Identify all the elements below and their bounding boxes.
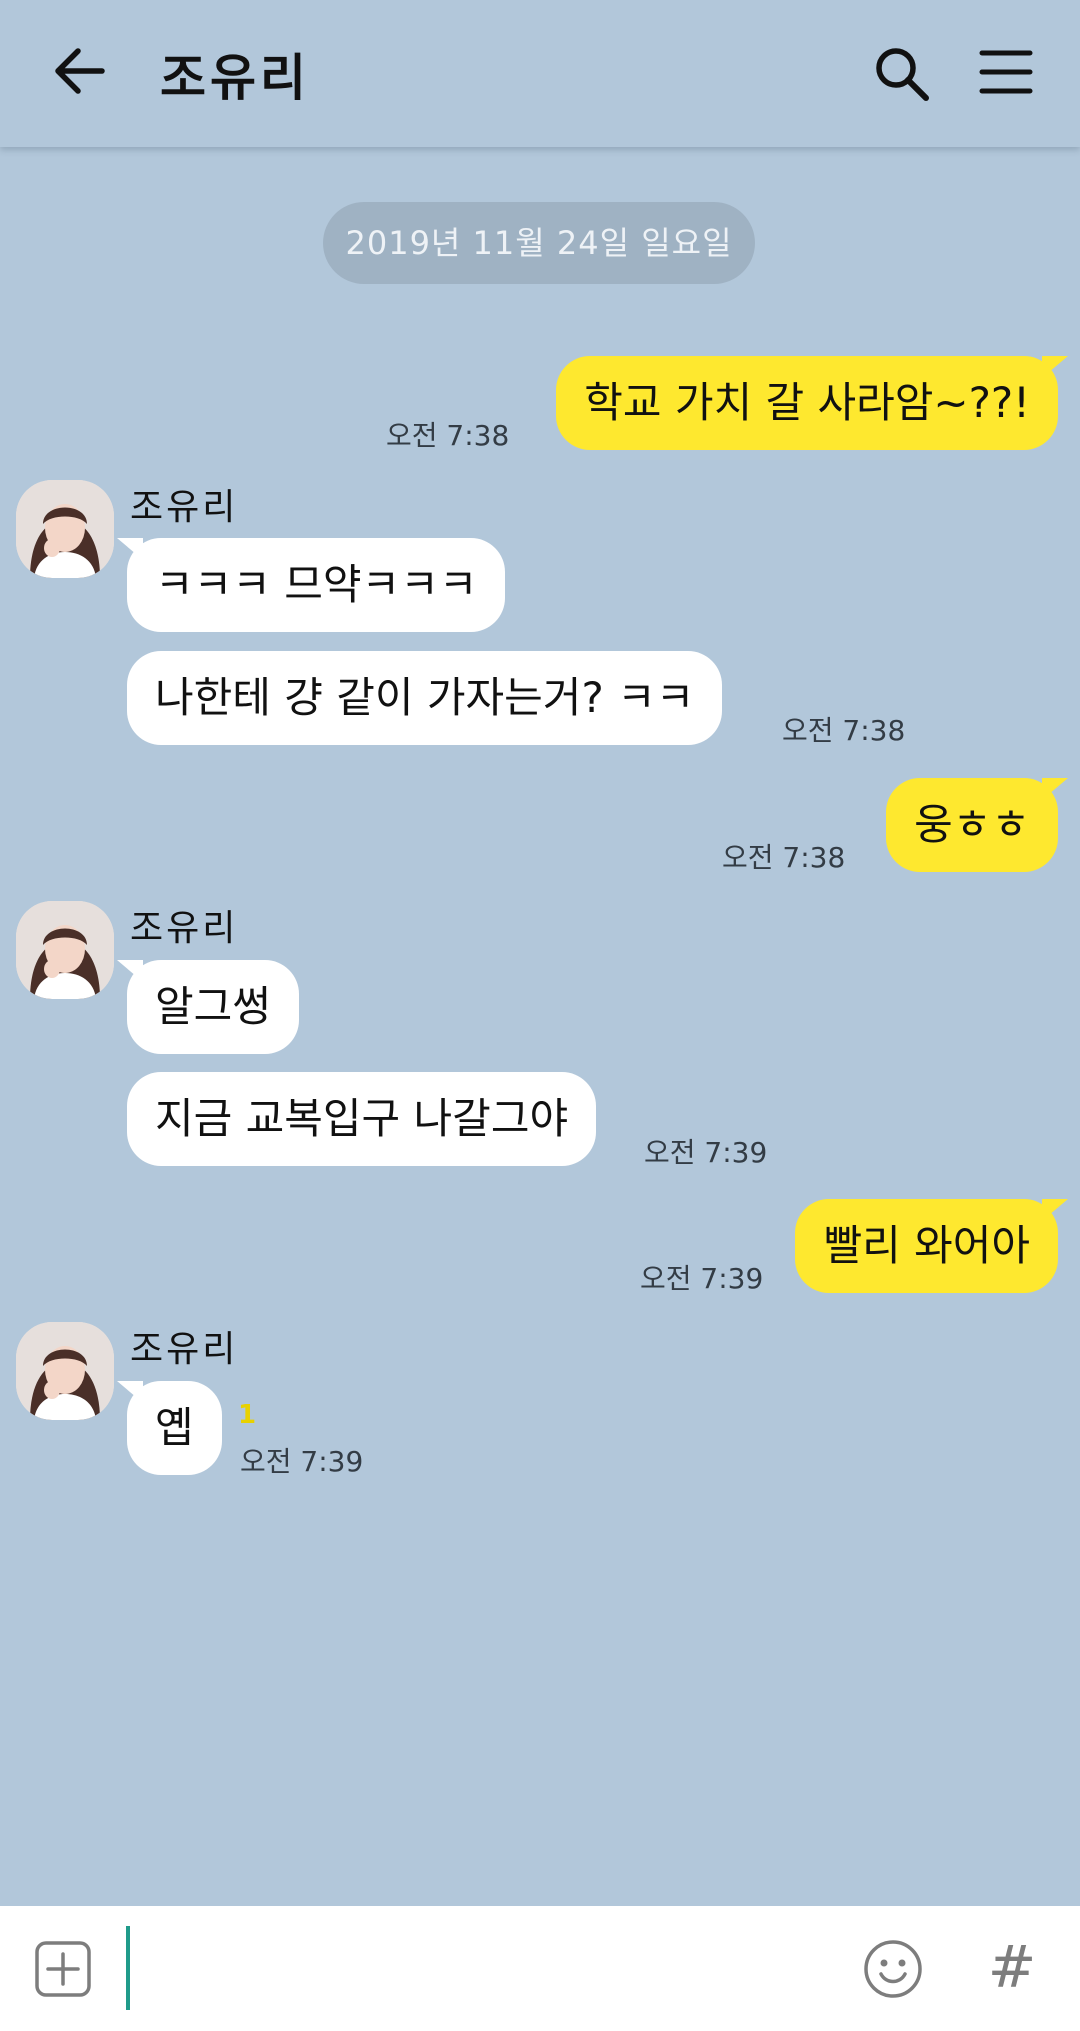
emoji-icon bbox=[864, 1940, 922, 1998]
unread-count: 1 bbox=[238, 1400, 257, 1430]
their-message-bubble[interactable]: 지금 교복입구 나갈그야 bbox=[127, 1072, 597, 1166]
profile-photo bbox=[16, 480, 114, 578]
message-time: 오전 7:39 bbox=[640, 1262, 764, 1295]
their-message-bubble[interactable]: 알그썽 bbox=[117, 960, 299, 1054]
profile-photo bbox=[16, 901, 114, 999]
sender-name: 조유리 bbox=[130, 908, 239, 949]
their-message-bubble[interactable]: 옙 bbox=[117, 1381, 222, 1475]
attach-button[interactable] bbox=[34, 1940, 92, 1998]
profile-photo bbox=[16, 1322, 114, 1420]
hashtag-search-button[interactable]: # bbox=[982, 1934, 1042, 2000]
message-time: 오전 7:38 bbox=[722, 841, 846, 874]
my-message-bubble[interactable]: 학교 가치 갈 사라암~??! bbox=[556, 356, 1068, 450]
date-divider: 2019년 11월 24일 일요일 bbox=[323, 202, 755, 284]
message-time: 오전 7:39 bbox=[644, 1136, 768, 1169]
plus-box-icon bbox=[35, 1941, 91, 1997]
text-cursor bbox=[126, 1926, 130, 2010]
emoji-button[interactable] bbox=[862, 1938, 924, 2000]
menu-button[interactable] bbox=[978, 44, 1034, 100]
message-input[interactable] bbox=[138, 1930, 838, 2008]
sender-name: 조유리 bbox=[130, 1329, 239, 1370]
back-button[interactable] bbox=[48, 40, 110, 102]
their-message-bubble[interactable]: 나한테 걍 같이 가자는거? ㅋㅋ bbox=[127, 651, 723, 745]
search-button[interactable] bbox=[872, 44, 932, 104]
message-time: 오전 7:39 bbox=[240, 1445, 364, 1478]
their-message-bubble[interactable]: ㅋㅋㅋ 므약ㅋㅋㅋ bbox=[116, 538, 506, 632]
sender-name: 조유리 bbox=[130, 487, 239, 528]
message-time: 오전 7:38 bbox=[782, 714, 906, 747]
message-input-bar: # bbox=[0, 1906, 1080, 2031]
my-message-bubble[interactable]: 웅ㅎㅎ bbox=[886, 778, 1068, 872]
avatar[interactable] bbox=[16, 480, 114, 578]
avatar[interactable] bbox=[16, 1322, 114, 1420]
search-icon bbox=[876, 48, 929, 101]
avatar[interactable] bbox=[16, 901, 114, 999]
hamburger-menu-icon bbox=[979, 50, 1033, 94]
my-message-bubble[interactable]: 빨리 와어아 bbox=[795, 1199, 1068, 1293]
chat-header: 조유리 bbox=[0, 0, 1080, 147]
arrow-left-icon bbox=[55, 48, 105, 94]
message-time: 오전 7:38 bbox=[386, 419, 510, 452]
chat-title: 조유리 bbox=[160, 49, 310, 107]
